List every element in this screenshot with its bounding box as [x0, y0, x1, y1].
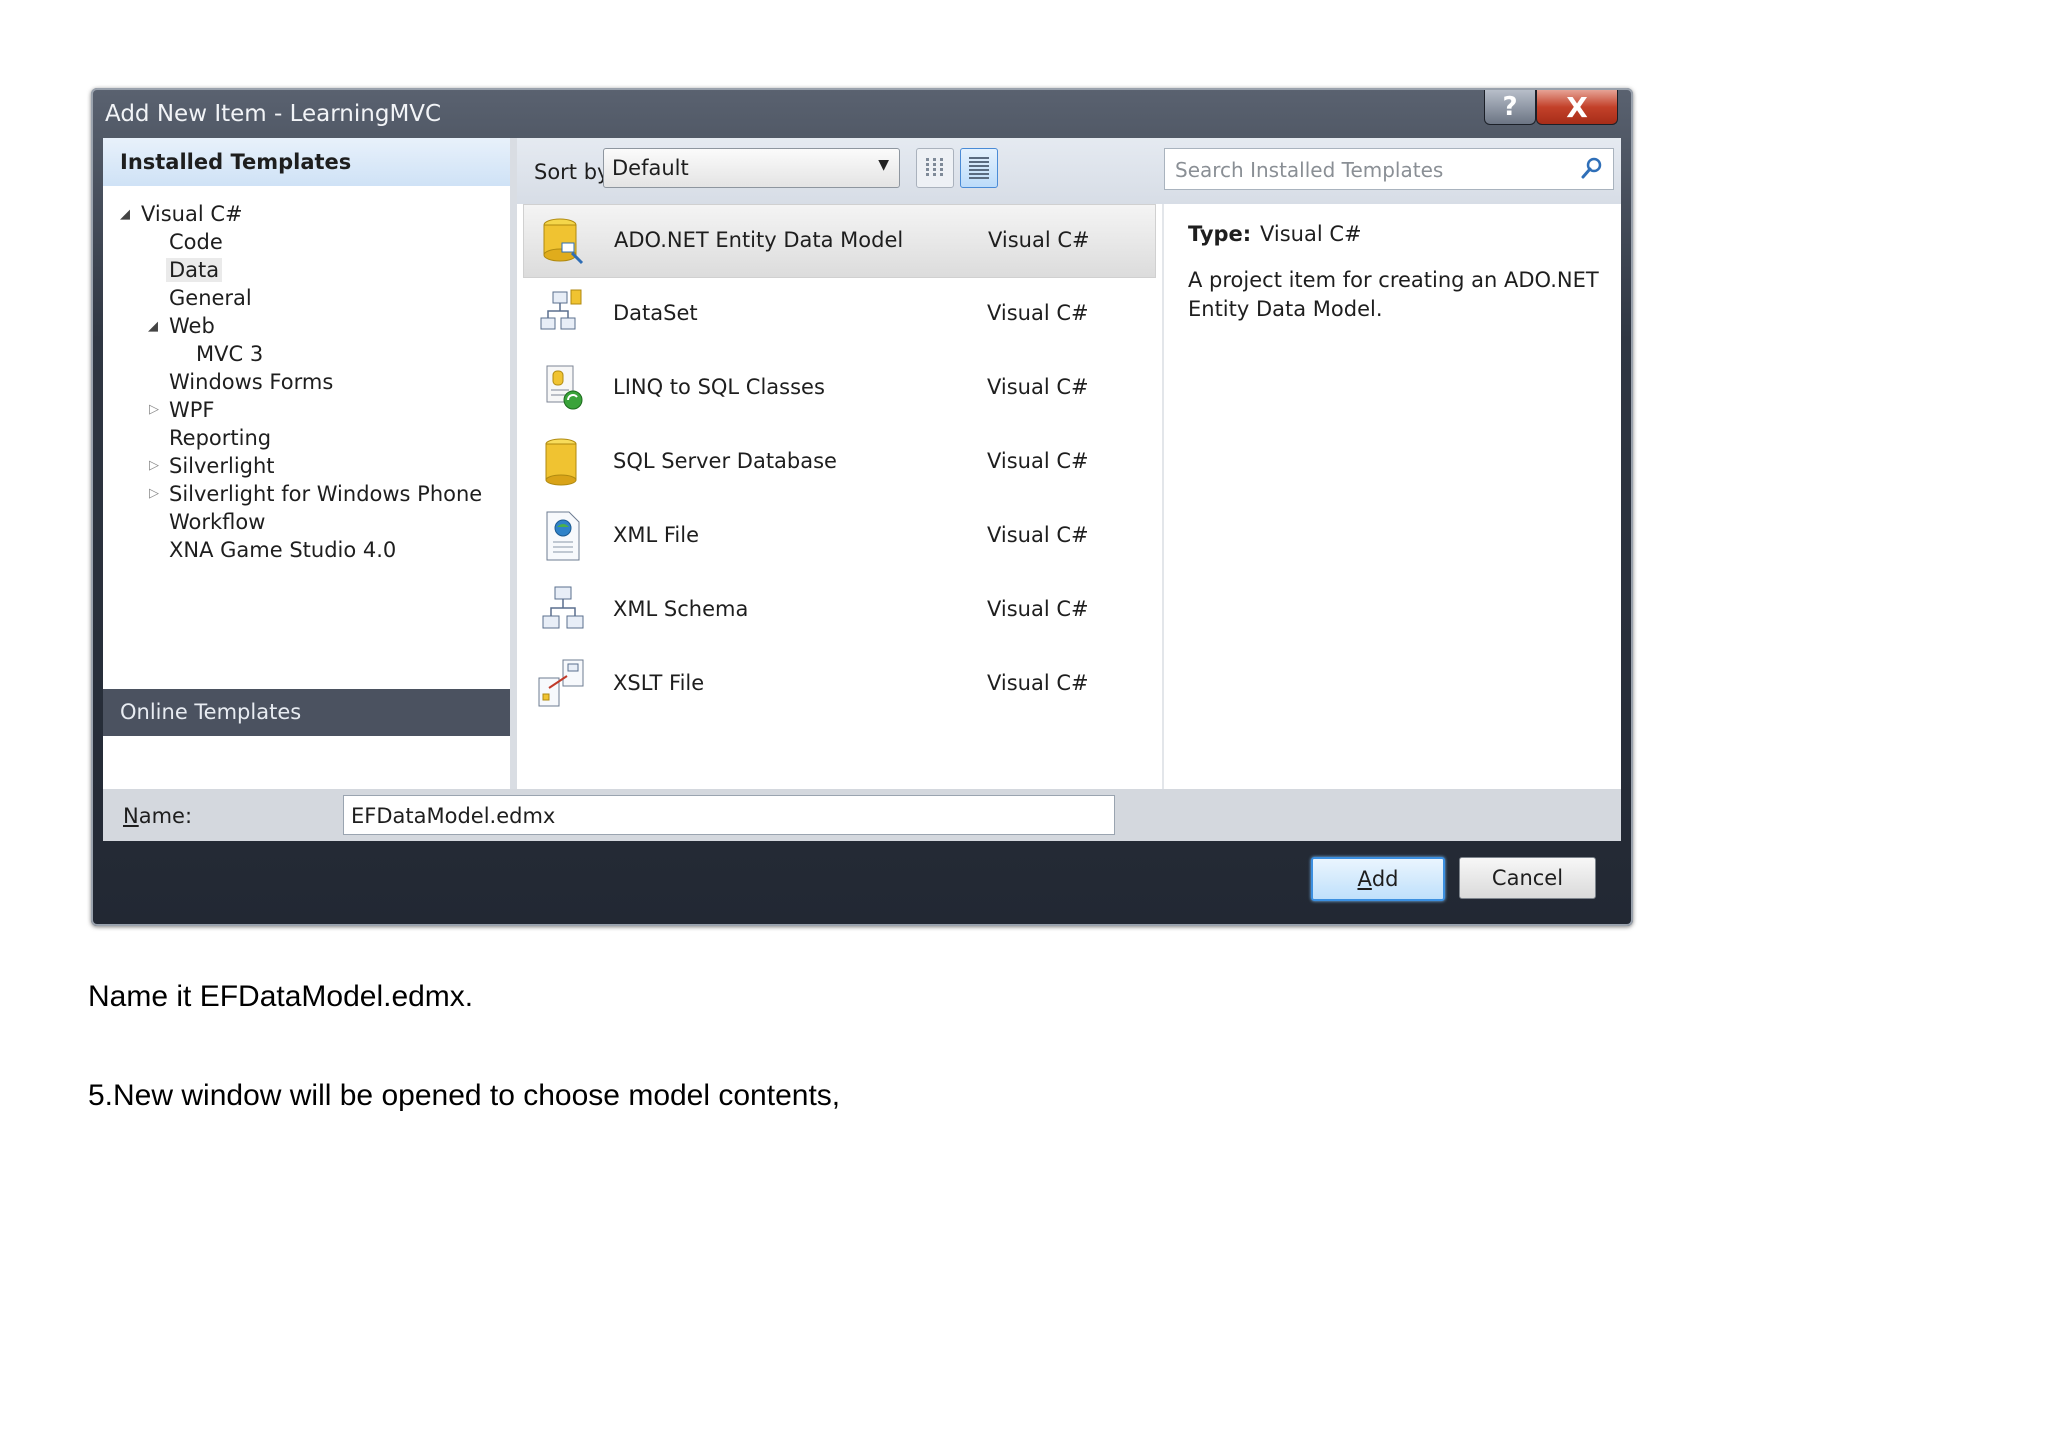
- template-language: Visual C#: [987, 671, 1089, 695]
- add-button[interactable]: Add: [1311, 857, 1445, 901]
- xml-file-icon: [546, 511, 580, 561]
- dialog-client-area: Installed Templates ◢ Visual C# Code Dat…: [103, 138, 1621, 841]
- add-label: dd: [1371, 867, 1399, 891]
- sort-by-select[interactable]: Default ▼: [603, 148, 900, 188]
- chevron-down-icon: ▼: [878, 157, 889, 173]
- help-button[interactable]: ?: [1484, 90, 1536, 125]
- add-new-item-dialog: Add New Item - LearningMVC ? X Installed…: [91, 88, 1633, 926]
- template-details-panel: Type: Visual C# A project item for creat…: [1164, 204, 1621, 789]
- sort-by-value: Default: [612, 156, 689, 180]
- tree-item-wpf[interactable]: WPF: [169, 398, 215, 422]
- tree-item-workflow[interactable]: Workflow: [169, 510, 265, 534]
- tree-item-visual-csharp[interactable]: Visual C#: [141, 202, 243, 226]
- close-button[interactable]: X: [1536, 90, 1618, 125]
- tree-item-reporting[interactable]: Reporting: [169, 426, 271, 450]
- template-name: XSLT File: [613, 671, 705, 695]
- template-row-dataset[interactable]: DataSet Visual C#: [523, 278, 1154, 350]
- template-description: A project item for creating an ADO.NET E…: [1188, 268, 1599, 321]
- online-templates-label: Online Templates: [120, 700, 302, 724]
- type-label: Type:: [1188, 222, 1252, 246]
- tree-item-xna[interactable]: XNA Game Studio 4.0: [169, 538, 396, 562]
- database-icon: [545, 438, 577, 486]
- cancel-button[interactable]: Cancel: [1459, 857, 1596, 899]
- tree-item-data-label: Data: [166, 258, 223, 282]
- name-label-text: ame:: [138, 804, 193, 828]
- tree-item-data[interactable]: Data: [166, 258, 223, 282]
- template-row-sql-database[interactable]: SQL Server Database Visual C#: [523, 426, 1154, 498]
- pane-splitter[interactable]: [510, 138, 517, 789]
- template-name: ADO.NET Entity Data Model: [614, 228, 904, 252]
- template-name: XML File: [613, 523, 700, 547]
- installed-templates-label: Installed Templates: [120, 150, 352, 174]
- installed-templates-header[interactable]: Installed Templates: [103, 138, 510, 186]
- search-placeholder: Search Installed Templates: [1175, 158, 1444, 182]
- collapsed-triangle-icon[interactable]: ▷: [149, 402, 159, 417]
- name-input-value: EFDataModel.edmx: [351, 804, 556, 828]
- entity-model-icon: [543, 218, 584, 265]
- template-name: DataSet: [613, 301, 698, 325]
- tree-item-mvc3[interactable]: MVC 3: [196, 342, 263, 366]
- template-language: Visual C#: [988, 228, 1090, 252]
- collapsed-triangle-icon[interactable]: ▷: [149, 486, 159, 501]
- template-row-xml-file[interactable]: XML File Visual C#: [523, 500, 1154, 572]
- add-accelerator: A: [1357, 867, 1372, 891]
- name-label: Name:: [123, 804, 192, 828]
- name-label-accelerator: N: [123, 804, 139, 828]
- caption-line-1: Name it EFDataModel.edmx.: [88, 980, 474, 1013]
- type-value: Visual C#: [1260, 222, 1362, 246]
- template-name: SQL Server Database: [613, 449, 837, 473]
- collapsed-triangle-icon[interactable]: ▷: [149, 458, 159, 473]
- tree-item-code[interactable]: Code: [169, 230, 223, 254]
- tree-item-web[interactable]: Web: [169, 314, 215, 338]
- tree-item-silverlight[interactable]: Silverlight: [169, 454, 275, 478]
- dataset-icon: [540, 289, 582, 330]
- caption-line-2: 5.New window will be opened to choose mo…: [88, 1079, 841, 1112]
- online-templates-header[interactable]: Online Templates: [103, 689, 510, 736]
- small-icons-view-icon: [926, 158, 943, 176]
- templates-sidebar: Installed Templates ◢ Visual C# Code Dat…: [103, 138, 510, 841]
- linq-sql-icon: [546, 365, 583, 410]
- template-language: Visual C#: [987, 301, 1089, 325]
- xslt-file-icon: [538, 659, 584, 707]
- small-icons-view-button[interactable]: [916, 148, 954, 188]
- tree-item-silverlight-wp[interactable]: Silverlight for Windows Phone: [169, 482, 482, 506]
- template-name: XML Schema: [613, 597, 749, 621]
- template-language: Visual C#: [987, 449, 1089, 473]
- expanded-triangle-icon[interactable]: ◢: [120, 207, 130, 222]
- template-name: LINQ to SQL Classes: [613, 375, 825, 399]
- details-view-button[interactable]: [960, 148, 998, 188]
- tree-item-general[interactable]: General: [169, 286, 252, 310]
- dialog-title: Add New Item - LearningMVC: [105, 101, 442, 127]
- template-language: Visual C#: [987, 523, 1089, 547]
- template-language: Visual C#: [987, 375, 1089, 399]
- template-row-linq-sql[interactable]: LINQ to SQL Classes Visual C#: [523, 352, 1154, 424]
- xml-schema-icon: [542, 586, 584, 629]
- template-language: Visual C#: [987, 597, 1089, 621]
- details-view-icon: [969, 157, 989, 179]
- template-row-ado-net[interactable]: ADO.NET Entity Data Model Visual C#: [523, 204, 1156, 278]
- template-row-xml-schema[interactable]: XML Schema Visual C#: [523, 574, 1154, 646]
- template-row-xslt-file[interactable]: XSLT File Visual C#: [523, 648, 1154, 720]
- template-list: ADO.NET Entity Data Model Visual C# Data…: [517, 204, 1162, 789]
- name-input[interactable]: EFDataModel.edmx: [343, 795, 1115, 835]
- expanded-triangle-icon[interactable]: ◢: [148, 319, 158, 334]
- tree-item-windows-forms[interactable]: Windows Forms: [169, 370, 333, 394]
- search-icon[interactable]: [1580, 156, 1604, 180]
- name-bar: Name: EFDataModel.edmx: [103, 789, 1621, 841]
- search-templates-input[interactable]: Search Installed Templates: [1164, 148, 1614, 190]
